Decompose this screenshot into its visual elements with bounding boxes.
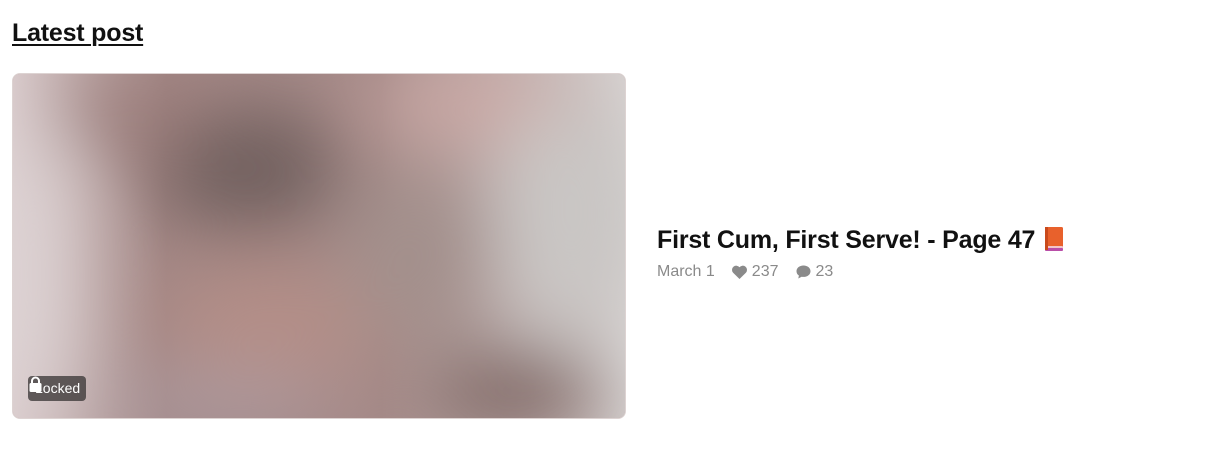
post-meta: March 1 237 23 (657, 261, 1177, 283)
orange-book-icon (1045, 227, 1064, 251)
post-title-text[interactable]: First Cum, First Serve! - Page 47 (657, 226, 1035, 254)
heart-icon (731, 265, 747, 279)
post-title[interactable]: First Cum, First Serve! - Page 47 (657, 223, 1177, 257)
section-title[interactable]: Latest post (12, 16, 143, 50)
likes-count: 237 (751, 263, 779, 280)
comments-stat[interactable]: 23 (795, 261, 834, 283)
latest-post-section: Latest post Locked First Cum, First Serv… (0, 0, 1215, 462)
post-card[interactable]: Locked First Cum, First Serve! - Page 47… (12, 73, 1192, 419)
blurred-thumbnail-image (13, 74, 625, 418)
likes-stat[interactable]: 237 (731, 261, 779, 283)
post-info: First Cum, First Serve! - Page 47 March … (657, 223, 1177, 283)
comments-count: 23 (815, 263, 834, 280)
lock-icon (29, 376, 42, 392)
post-thumbnail[interactable]: Locked (12, 73, 626, 419)
comment-bubble-icon (796, 265, 810, 279)
locked-badge: Locked (28, 376, 87, 401)
post-date: March 1 (657, 263, 715, 280)
